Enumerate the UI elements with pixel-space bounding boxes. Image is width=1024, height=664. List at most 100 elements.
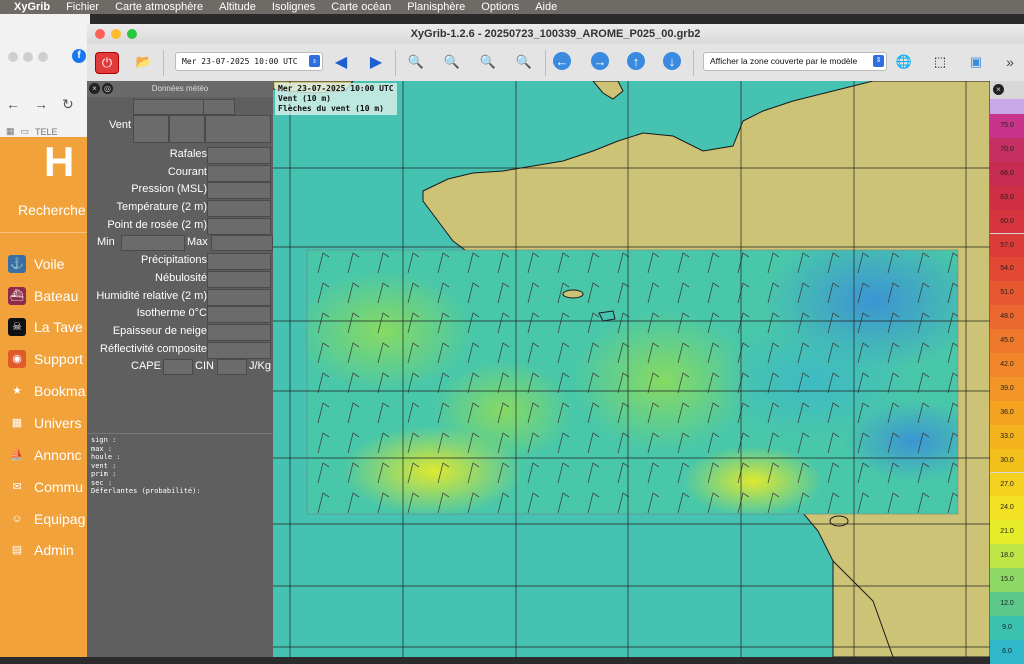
sidebar-item[interactable]: ◉ Support: [8, 350, 83, 368]
row-rosee[interactable]: Point de rosée (2 m): [87, 217, 273, 235]
download-icon[interactable]: ▣: [965, 52, 987, 72]
select-zone-icon[interactable]: ⬚: [929, 52, 951, 72]
zoom-window-icon[interactable]: [127, 29, 137, 39]
weather-map[interactable]: Mer 23-07-2025 10:00 UTC Vent (10 m) Flè…: [273, 81, 990, 657]
panel-value-box: [207, 165, 271, 182]
sidebar-item-label: Annonc: [34, 447, 82, 463]
panel-value-box: [207, 182, 271, 199]
row-temperature[interactable]: Température (2 m): [87, 199, 273, 217]
browser-nav-icons: ← → ↻: [6, 96, 74, 113]
row-precipitations[interactable]: Précipitations: [87, 252, 273, 270]
menu-item[interactable]: Options: [473, 1, 527, 13]
close-window-icon[interactable]: [95, 29, 105, 39]
wind-field: [307, 250, 958, 514]
grid-icon: ▦: [11, 417, 23, 429]
scale-step: 39.0: [990, 376, 1024, 401]
date-select-value: Mer 23-07-2025 10:00 UTC: [182, 57, 298, 66]
row-humidite[interactable]: Humidité relative (2 m): [87, 288, 273, 306]
sidebar-item[interactable]: ☺ Equipag: [8, 510, 85, 528]
arrow-left-icon[interactable]: ←: [553, 52, 571, 70]
panel-value-box: [169, 115, 205, 143]
sidebar-item-label: La Tave: [34, 319, 83, 335]
reload-icon[interactable]: ↻: [62, 96, 74, 113]
minimize-window-icon[interactable]: [111, 29, 121, 39]
boat-icon: ⛵: [10, 449, 24, 461]
site-logo[interactable]: H: [44, 138, 74, 186]
divider: [87, 433, 273, 434]
land-england: [592, 81, 624, 100]
zoom-zone-icon[interactable]: 🔍: [477, 52, 499, 72]
globe-icon[interactable]: 🌐: [893, 52, 915, 72]
divider: [545, 50, 546, 76]
zoom-out-icon[interactable]: 🔍: [441, 52, 463, 72]
sidebar-item[interactable]: ▦ Univers: [8, 414, 82, 432]
menu-item[interactable]: Carte atmosphère: [107, 1, 211, 13]
menu-item[interactable]: Altitude: [211, 1, 264, 13]
scale-step: 54.0: [990, 257, 1024, 282]
row-nebulosite[interactable]: Nébulosité: [87, 270, 273, 288]
back-icon[interactable]: ←: [6, 96, 20, 113]
panel-row-label: Point de rosée (2 m): [107, 219, 207, 231]
facebook-icon[interactable]: f: [72, 49, 86, 63]
more-icon[interactable]: »: [999, 52, 1021, 72]
panel-value-box: [203, 99, 235, 115]
scale-step: 24.0: [990, 496, 1024, 521]
close-icon[interactable]: ×: [993, 84, 1004, 95]
panel-value-box: [217, 359, 247, 375]
sidebar-item[interactable]: ☠ La Tave: [8, 318, 83, 336]
row-pression[interactable]: Pression (MSL): [87, 181, 273, 199]
sidebar-item[interactable]: ⛴ Bateau: [8, 287, 78, 305]
toolbar: ⏻ 📂 Mer 23-07-2025 10:00 UTC ⇕ ◀ ▶ 🔍 🔍 🔍…: [87, 44, 1024, 82]
panel-row-label: Réflectivité composite: [100, 343, 207, 355]
menu-item[interactable]: Aide: [527, 1, 565, 13]
next-date-icon[interactable]: ▶: [365, 52, 387, 72]
row-reflectivite[interactable]: Réflectivité composite: [87, 341, 273, 359]
row-isotherme[interactable]: Isotherme 0°C: [87, 305, 273, 323]
panel-row-label: Température (2 m): [116, 201, 207, 213]
chevron-updown-icon[interactable]: ⇕: [873, 55, 884, 67]
zone-select[interactable]: Afficher la zone couverte par le modèle …: [703, 52, 887, 71]
app-menu[interactable]: XyGrib: [0, 1, 58, 13]
previous-date-icon[interactable]: ◀: [330, 52, 352, 72]
menu-item[interactable]: Carte océan: [323, 1, 399, 13]
apps-grid-icon[interactable]: ▦: [6, 126, 15, 137]
sidebar-item[interactable]: ✉ Commu: [8, 478, 83, 496]
zoom-in-icon[interactable]: 🔍: [405, 52, 427, 72]
arrow-down-icon[interactable]: ↓: [663, 52, 681, 70]
menu-item[interactable]: Isolignes: [264, 1, 323, 13]
panel-row-label: Pression (MSL): [131, 183, 207, 195]
forward-icon[interactable]: →: [34, 96, 48, 113]
sidebar-item[interactable]: ⚓ Voile: [8, 255, 64, 273]
menu-item[interactable]: Fichier: [58, 1, 107, 13]
star-icon: ★: [12, 385, 22, 397]
bookmark-label[interactable]: TELE: [35, 127, 58, 137]
sidebar-item[interactable]: ⛵ Annonc: [8, 446, 81, 464]
detach-icon[interactable]: ◎: [102, 83, 113, 94]
chevron-updown-icon[interactable]: ⇕: [309, 55, 320, 67]
vent-label[interactable]: Vent: [109, 117, 131, 134]
wave-details: sign : max : houle : vent : prim : sec :…: [91, 436, 201, 495]
sidebar-item[interactable]: ★ Bookma: [8, 382, 85, 400]
row-rafales[interactable]: Rafales: [87, 146, 273, 164]
panel-row-label: Isotherme 0°C: [136, 307, 207, 319]
search-link[interactable]: Recherche: [18, 202, 86, 218]
divider: [395, 50, 396, 76]
window-controls[interactable]: [8, 52, 48, 62]
sidebar-item[interactable]: ▤ Admin: [8, 541, 74, 559]
island-oleron: [829, 515, 849, 527]
row-cape-cin[interactable]: CAPE CIN J/Kg: [87, 358, 273, 375]
date-select[interactable]: Mer 23-07-2025 10:00 UTC ⇕: [175, 52, 323, 71]
menu-item[interactable]: Planisphère: [399, 1, 473, 13]
arrow-up-icon[interactable]: ↑: [627, 52, 645, 70]
lifebuoy-icon: ◉: [8, 350, 26, 368]
row-neige[interactable]: Epaisseur de neige: [87, 323, 273, 341]
folder-icon[interactable]: ▭: [21, 126, 30, 137]
row-courant[interactable]: Courant: [87, 164, 273, 182]
row-min-max[interactable]: Min Max: [87, 234, 273, 251]
close-icon[interactable]: ×: [89, 83, 100, 94]
quit-icon[interactable]: ⏻: [95, 52, 119, 74]
arrow-right-icon[interactable]: →: [591, 52, 609, 70]
open-file-icon[interactable]: 📂: [133, 52, 155, 72]
zoom-all-icon[interactable]: 🔍: [513, 52, 535, 72]
scale-step: 21.0: [990, 520, 1024, 545]
